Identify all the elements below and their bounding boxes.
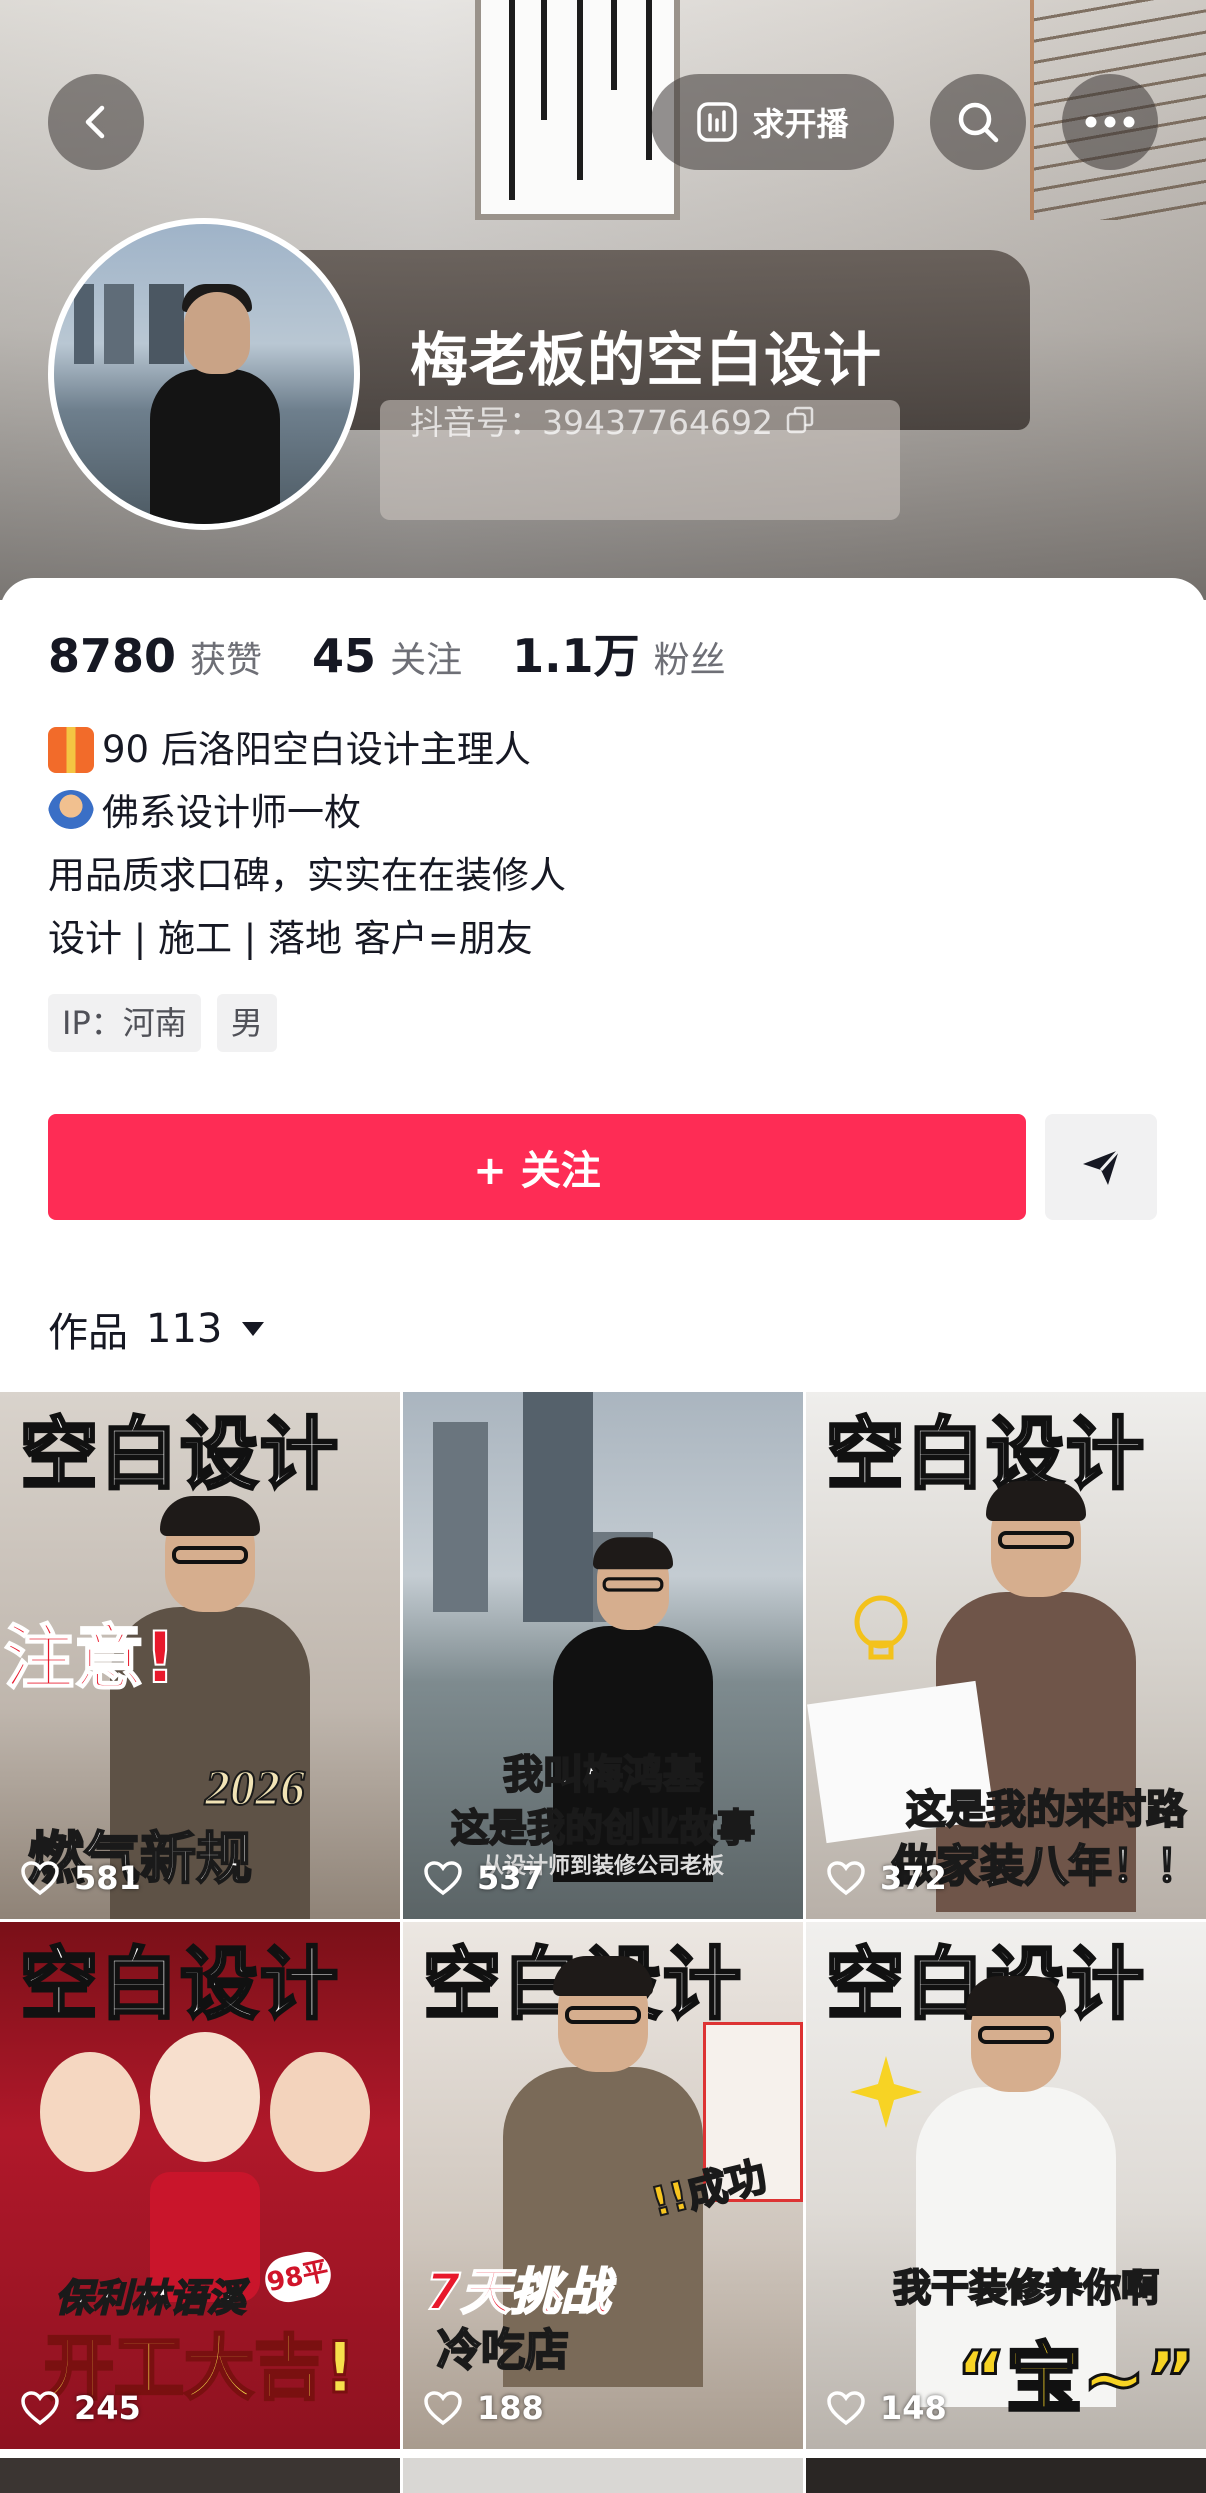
avatar[interactable] xyxy=(48,218,360,530)
back-button[interactable] xyxy=(48,74,144,170)
copy-icon[interactable] xyxy=(785,405,815,435)
bio-line-2: 佛系设计师一枚 xyxy=(102,791,361,834)
video-likes: 581 xyxy=(20,1859,141,1897)
video-grid: 空白设计 注意! 2026 燃气新规 581 我叫梅鸿基 这是我的创业故事 从设… xyxy=(0,1392,1206,2449)
banner-wall-art xyxy=(475,0,680,220)
heart-icon xyxy=(827,2391,865,2426)
heart-icon xyxy=(424,2391,462,2426)
profile-bio: 90 后洛阳空白设计主理人 佛系设计师一枚 用品质求口碑，实实在在装修人 设计 … xyxy=(48,718,566,970)
profile-tags: IP：河南 男 xyxy=(48,994,277,1052)
video-headline: 空白设计 xyxy=(18,1409,341,1502)
profile-stats: 8780 获赞 45 关注 1.1万 粉丝 xyxy=(48,620,776,686)
video-caption-a: 我干装修养你啊 xyxy=(892,2265,1160,2311)
douyin-id[interactable]: 抖音号：39437764692 xyxy=(410,396,815,444)
stat-followers[interactable]: 1.1万 粉丝 xyxy=(512,620,726,686)
works-tab[interactable]: 作品 113 xyxy=(48,1300,266,1358)
video-headline: 空白设计 xyxy=(18,1939,341,2032)
bar-chart-icon xyxy=(697,102,738,142)
video-likes-count: 581 xyxy=(74,1859,141,1897)
follow-label: + 关注 xyxy=(473,1148,601,1194)
video-tile-partial[interactable] xyxy=(806,2458,1206,2493)
likes-count: 8780 xyxy=(48,629,177,683)
video-likes-count: 148 xyxy=(880,2389,947,2427)
video-caption-a: 我叫梅鸿基 xyxy=(502,1751,704,1799)
video-tile[interactable]: 我叫梅鸿基 这是我的创业故事 从设计师到装修公司老板 537 xyxy=(403,1392,803,1919)
video-caption-b: 2026 xyxy=(204,1758,306,1816)
video-likes: 245 xyxy=(20,2389,141,2427)
profile-name: 梅老板的空白设计 xyxy=(410,326,883,394)
video-caption-a: 注意! xyxy=(3,1616,177,1700)
video-caption-a: 这是我的来时路 xyxy=(905,1786,1187,1834)
person-emoji-icon xyxy=(48,789,94,836)
heart-icon xyxy=(827,1861,865,1896)
heart-icon xyxy=(21,2391,59,2426)
ip-location-tag: IP：河南 xyxy=(48,994,201,1052)
share-button[interactable] xyxy=(1045,1114,1157,1220)
video-tile[interactable]: 空白设计 这是我的来时路 做家装八年！！ 372 xyxy=(806,1392,1206,1919)
bio-line-1: 90 后洛阳空白设计主理人 xyxy=(102,728,531,771)
chevron-left-icon xyxy=(85,105,105,139)
followers-count: 1.1万 xyxy=(512,629,640,683)
stat-following[interactable]: 45 关注 xyxy=(312,629,462,683)
video-likes: 148 xyxy=(826,2389,947,2427)
send-icon xyxy=(1083,1148,1121,1185)
video-likes: 537 xyxy=(423,1859,544,1897)
more-button[interactable] xyxy=(1062,74,1158,170)
video-likes: 188 xyxy=(423,2389,544,2427)
request-live-button[interactable]: 求开播 xyxy=(651,74,894,170)
video-tile-partial[interactable] xyxy=(0,2458,400,2493)
search-icon xyxy=(958,102,999,143)
lightbulb-icon xyxy=(854,1595,908,1660)
following-label: 关注 xyxy=(390,640,463,681)
works-count: 113 xyxy=(146,1306,223,1352)
video-tile[interactable]: 空白设计 保利林语溪 98平 开工大吉! 245 xyxy=(0,1922,400,2449)
likes-label: 获赞 xyxy=(190,640,263,681)
follow-button[interactable]: + 关注 xyxy=(48,1114,1026,1220)
following-count: 45 xyxy=(312,629,377,683)
video-tile[interactable]: 空白设计 注意! 2026 燃气新规 581 xyxy=(0,1392,400,1919)
video-grid-next-row xyxy=(0,2458,1206,2493)
bio-line-4: 设计 | 施工 | 落地 客户=朋友 xyxy=(48,917,533,960)
triangle-down-icon[interactable] xyxy=(240,1319,266,1339)
video-likes-count: 245 xyxy=(74,2389,141,2427)
safety-vest-emoji-icon xyxy=(48,726,94,773)
stat-likes[interactable]: 8780 获赞 xyxy=(48,629,262,683)
video-tile-partial[interactable] xyxy=(403,2458,803,2493)
video-caption-b: 这是我的创业故事 xyxy=(450,1805,756,1851)
video-tile[interactable]: 空白设计 !!成功 7天挑战 冷吃店 188 xyxy=(403,1922,803,2449)
followers-label: 粉丝 xyxy=(653,640,726,681)
sparkle-icon xyxy=(850,2056,922,2128)
gender-tag: 男 xyxy=(216,994,277,1052)
works-label: 作品 xyxy=(48,1310,128,1356)
douyin-id-text: 抖音号：39437764692 xyxy=(410,403,773,442)
request-live-label: 求开播 xyxy=(752,105,849,143)
video-likes: 372 xyxy=(826,1859,947,1897)
search-button[interactable] xyxy=(930,74,1026,170)
ellipsis-icon xyxy=(1085,116,1135,128)
heart-icon xyxy=(21,1861,59,1896)
video-likes-count: 537 xyxy=(477,1859,544,1897)
video-likes-count: 188 xyxy=(477,2389,544,2427)
video-tile[interactable]: 空白设计 我干装修养你啊 “宝~” 148 xyxy=(806,1922,1206,2449)
bio-line-3: 用品质求口碑，实实在在装修人 xyxy=(48,854,566,897)
heart-icon xyxy=(424,1861,462,1896)
video-caption-c: 冷吃店 xyxy=(436,2324,570,2377)
video-likes-count: 372 xyxy=(880,1859,947,1897)
